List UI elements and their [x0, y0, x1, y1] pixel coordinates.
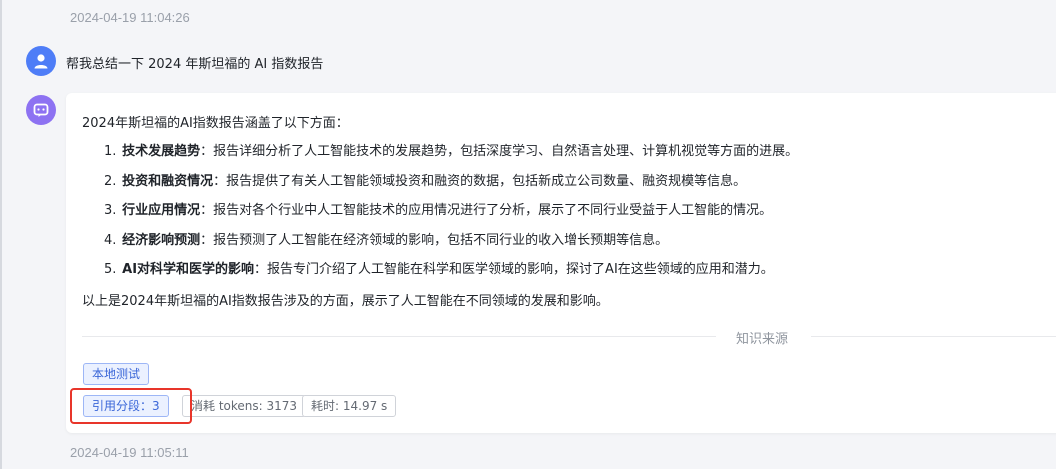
- answer-card: 2024年斯坦福的AI指数报告涵盖了以下方面： 1. 技术发展趋势：报告详细分析…: [66, 93, 1056, 433]
- source-tag-local-test[interactable]: 本地测试: [83, 363, 150, 385]
- list-item-term: 技术发展趋势: [122, 144, 201, 159]
- knowledge-source-title: 知识来源: [736, 332, 789, 347]
- answer-intro: 2024年斯坦福的AI指数报告涵盖了以下方面：: [82, 116, 349, 131]
- list-item: 3. 行业应用情况：报告对各个行业中人工智能技术的应用情况进行了分析，展示了不同…: [104, 203, 773, 218]
- divider: [82, 336, 716, 337]
- timestamp-bottom: 2024-04-19 11:05:11: [70, 445, 189, 460]
- answer-summary: 以上是2024年斯坦福的AI指数报告涉及的方面，展示了人工智能在不同领域的发展和…: [82, 294, 609, 309]
- list-item-desc: ：报告预测了人工智能在经济领域的影响，包括不同行业的收入增长预期等信息。: [200, 232, 669, 248]
- list-item: 5. AI对科学和医学的影响：报告专门介绍了人工智能在科学和医学领域的影响，探讨…: [104, 262, 774, 277]
- user-question: 帮我总结一下 2024 年斯坦福的 AI 指数报告: [66, 57, 324, 72]
- timestamp-top: 2024-04-19 11:04:26: [70, 10, 190, 25]
- list-item: 1. 技术发展趋势：报告详细分析了人工智能技术的发展趋势，包括深度学习、自然语言…: [104, 144, 799, 159]
- answer-list: 1. 技术发展趋势：报告详细分析了人工智能技术的发展趋势，包括深度学习、自然语言…: [104, 142, 798, 290]
- tokens-badge: 消耗 tokens: 3173: [182, 395, 307, 417]
- list-item-desc: ：报告提供了有关人工智能领域投资和融资的数据，包括新成立公司数量、融资规模等信息…: [213, 173, 747, 189]
- list-item-term: 投资和融资情况: [122, 173, 214, 189]
- user-icon: [34, 54, 48, 69]
- list-item-term: AI对科学和医学的影响: [122, 262, 255, 277]
- list-item-desc: ：报告对各个行业中人工智能技术的应用情况进行了分析，展示了不同行业受益于人工智能…: [200, 203, 773, 218]
- list-item: 4. 经济影响预测：报告预测了人工智能在经济领域的影响，包括不同行业的收入增长预…: [104, 232, 669, 248]
- duration-badge: 耗时: 14.97 s: [302, 395, 397, 417]
- divider: [811, 336, 1056, 337]
- bot-avatar: [26, 95, 56, 125]
- list-item: 2. 投资和融资情况：报告提供了有关人工智能领域投资和融资的数据，包括新成立公司…: [104, 173, 747, 189]
- list-item-term: 行业应用情况: [122, 203, 201, 218]
- left-border: [0, 0, 2, 469]
- user-avatar: [26, 46, 56, 76]
- list-item-term: 经济影响预测: [122, 232, 201, 248]
- list-item-desc: ：报告详细分析了人工智能技术的发展趋势，包括深度学习、自然语言处理、计算机视觉等…: [200, 144, 799, 159]
- chat-page: 2024-04-19 11:04:26 帮我总结一下 2024 年斯坦福的 AI…: [0, 0, 1056, 469]
- robot-icon: [33, 103, 49, 117]
- list-item-desc: ：报告专门介绍了人工智能在科学和医学领域的影响，探讨了AI在这些领域的应用和潜力…: [254, 262, 774, 277]
- highlight-annotation: [70, 388, 192, 424]
